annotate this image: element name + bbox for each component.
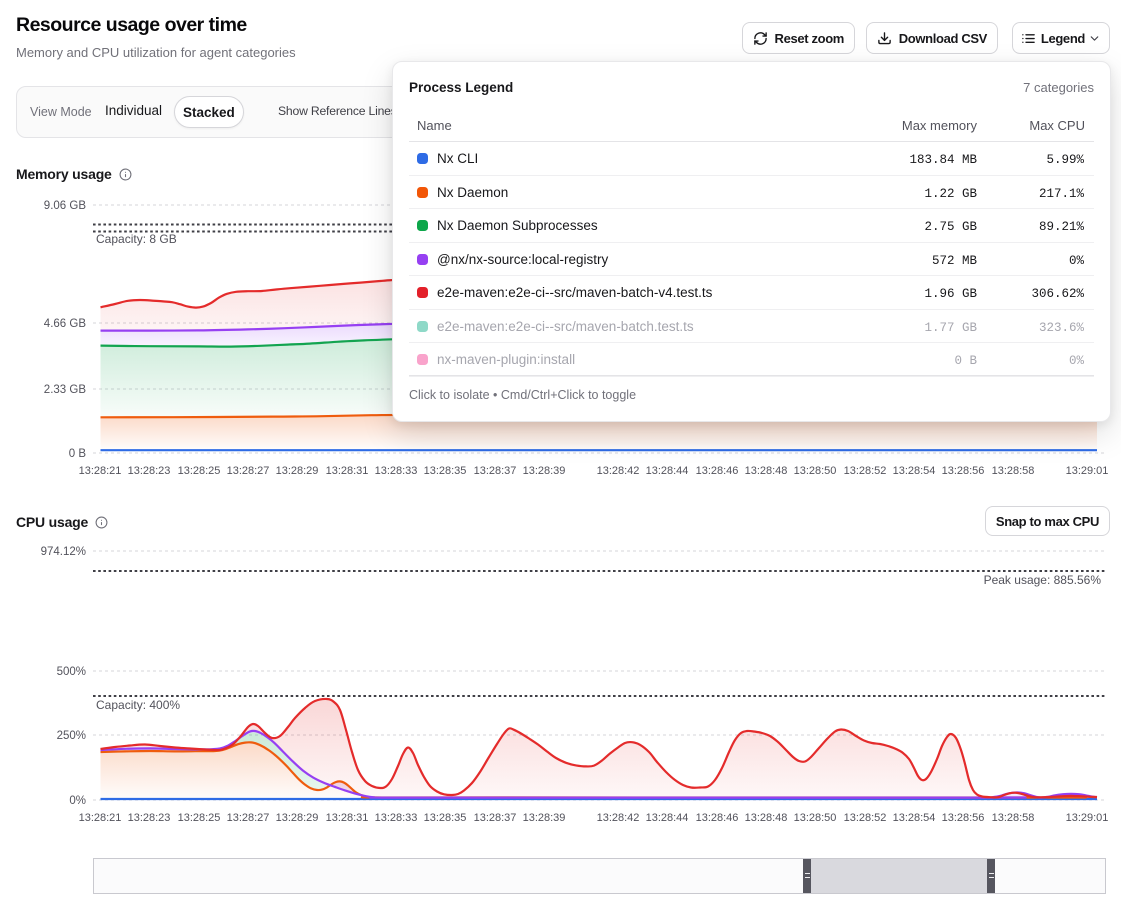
svg-text:974.12%: 974.12% <box>41 546 86 558</box>
svg-text:13:28:54: 13:28:54 <box>893 812 936 824</box>
svg-text:13:28:56: 13:28:56 <box>942 812 985 824</box>
svg-text:Capacity: 400%: Capacity: 400% <box>96 698 180 712</box>
svg-text:Capacity: 8 GB: Capacity: 8 GB <box>96 232 177 246</box>
svg-text:13:28:21: 13:28:21 <box>79 465 122 477</box>
svg-text:0%: 0% <box>69 795 86 807</box>
svg-text:13:28:35: 13:28:35 <box>424 465 467 477</box>
svg-text:0 B: 0 B <box>69 448 87 460</box>
svg-text:4.66 GB: 4.66 GB <box>44 318 87 330</box>
svg-text:13:28:35: 13:28:35 <box>424 812 467 824</box>
svg-text:250%: 250% <box>57 730 86 742</box>
svg-text:13:28:33: 13:28:33 <box>375 812 418 824</box>
svg-text:13:28:37: 13:28:37 <box>474 812 517 824</box>
svg-text:500%: 500% <box>57 666 86 678</box>
svg-text:13:28:42: 13:28:42 <box>597 812 640 824</box>
svg-text:13:28:31: 13:28:31 <box>326 465 369 477</box>
svg-text:13:28:23: 13:28:23 <box>128 465 171 477</box>
svg-text:2.33 GB: 2.33 GB <box>44 384 87 396</box>
svg-text:13:28:39: 13:28:39 <box>523 465 566 477</box>
svg-text:13:28:27: 13:28:27 <box>227 465 270 477</box>
svg-text:13:28:52: 13:28:52 <box>844 465 887 477</box>
svg-text:13:28:56: 13:28:56 <box>942 465 985 477</box>
svg-text:13:28:58: 13:28:58 <box>992 465 1035 477</box>
svg-text:13:28:31: 13:28:31 <box>326 812 369 824</box>
svg-text:13:28:37: 13:28:37 <box>474 465 517 477</box>
svg-text:13:28:29: 13:28:29 <box>276 812 319 824</box>
svg-text:13:28:23: 13:28:23 <box>128 812 171 824</box>
svg-text:13:28:25: 13:28:25 <box>178 812 221 824</box>
svg-text:13:28:25: 13:28:25 <box>178 465 221 477</box>
svg-text:13:29:01: 13:29:01 <box>1066 812 1109 824</box>
svg-text:13:29:01: 13:29:01 <box>1066 465 1109 477</box>
svg-text:13:28:48: 13:28:48 <box>745 812 788 824</box>
svg-text:13:28:46: 13:28:46 <box>696 812 739 824</box>
svg-text:13:28:42: 13:28:42 <box>597 465 640 477</box>
svg-text:13:28:44: 13:28:44 <box>646 465 689 477</box>
svg-text:13:28:52: 13:28:52 <box>844 812 887 824</box>
svg-text:13:28:44: 13:28:44 <box>646 812 689 824</box>
svg-text:13:28:50: 13:28:50 <box>794 465 837 477</box>
svg-text:13:28:50: 13:28:50 <box>794 812 837 824</box>
svg-text:13:28:29: 13:28:29 <box>276 465 319 477</box>
svg-text:13:28:48: 13:28:48 <box>745 465 788 477</box>
svg-text:13:28:27: 13:28:27 <box>227 812 270 824</box>
svg-text:9.06 GB: 9.06 GB <box>44 200 87 212</box>
svg-text:13:28:33: 13:28:33 <box>375 465 418 477</box>
svg-text:13:28:21: 13:28:21 <box>79 812 122 824</box>
svg-text:13:28:39: 13:28:39 <box>523 812 566 824</box>
svg-text:13:28:54: 13:28:54 <box>893 465 936 477</box>
svg-text:13:28:46: 13:28:46 <box>696 465 739 477</box>
svg-text:13:28:58: 13:28:58 <box>992 812 1035 824</box>
svg-text:Peak usage: 885.56%: Peak usage: 885.56% <box>984 573 1102 587</box>
